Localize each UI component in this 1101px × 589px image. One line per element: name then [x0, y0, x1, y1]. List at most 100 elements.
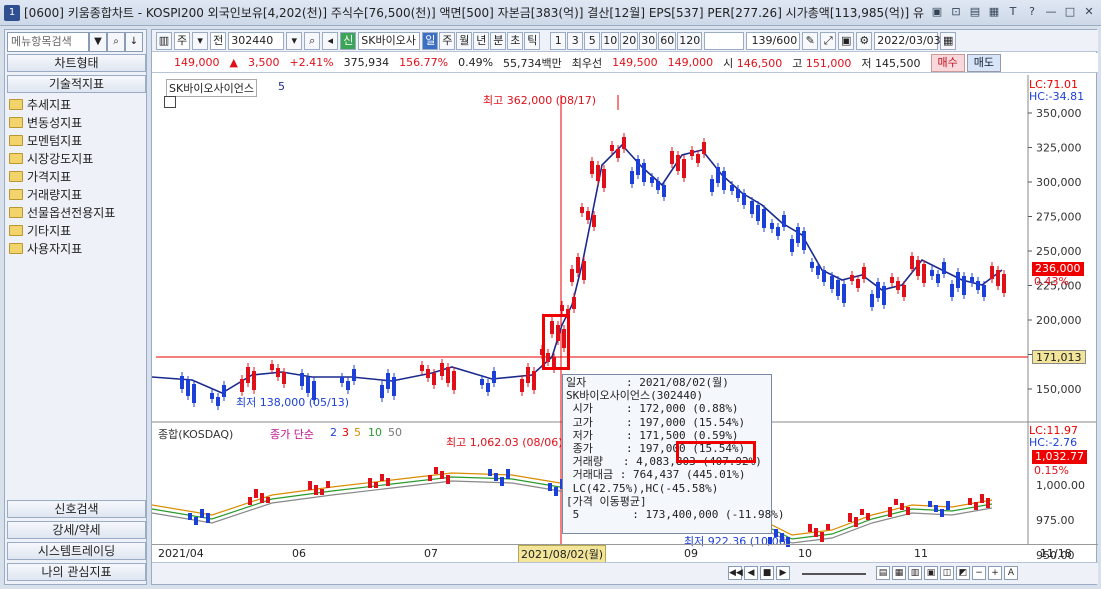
- candle-body: [956, 272, 960, 288]
- save-icon[interactable]: ▣: [838, 31, 855, 50]
- view-icon[interactable]: ▥: [908, 566, 922, 580]
- date-input[interactable]: 2022/03/03: [874, 31, 941, 50]
- cursor-icon[interactable]: ✎: [802, 31, 819, 50]
- window-control-icon[interactable]: ✕: [1081, 4, 1097, 20]
- x-label: 2021/04: [158, 547, 204, 560]
- tree-item[interactable]: 선물옵션전용지표: [9, 203, 115, 221]
- candle-body: [352, 369, 356, 381]
- window-control-icon[interactable]: □: [1062, 4, 1078, 20]
- candle-body: [822, 270, 826, 282]
- section-signal-search[interactable]: 신호검색: [7, 500, 146, 518]
- period-button[interactable]: 틱: [524, 31, 541, 50]
- period-button[interactable]: 초: [507, 31, 524, 50]
- period-button[interactable]: 5: [584, 31, 601, 50]
- dropdown-icon[interactable]: ▼: [89, 32, 107, 52]
- search-icon[interactable]: ⌕: [107, 32, 125, 52]
- candle-body: [380, 385, 384, 398]
- chart-scrollbar[interactable]: ◀◀ ◀ ■ ▶ ▤ ▦ ▥ ▣ ◫ ◩ − + A: [152, 562, 1098, 584]
- sell-button[interactable]: 매도: [966, 53, 1002, 72]
- tree-item[interactable]: 거래량지표: [9, 185, 115, 203]
- high-annotation: 최고 362,000 (08/17): [483, 94, 597, 107]
- window-control-icon[interactable]: ▣: [929, 4, 945, 20]
- period-button[interactable]: 주: [439, 31, 456, 50]
- zoom-out-icon[interactable]: −: [972, 566, 986, 580]
- period-button[interactable]: 10: [601, 31, 620, 50]
- sub-candle: [254, 489, 258, 498]
- sub-legend[interactable]: 종합(KOSDAQ): [158, 426, 233, 442]
- speaker-icon[interactable]: ◂: [322, 31, 339, 50]
- price-legend[interactable]: SK바이오사이언스: [166, 79, 258, 97]
- grid-toggle-icon[interactable]: [164, 96, 176, 108]
- zoom-in-icon[interactable]: +: [988, 566, 1002, 580]
- gear-icon[interactable]: ⚙: [856, 31, 873, 50]
- sub-legend-close[interactable]: 종가 단순: [270, 426, 314, 442]
- section-system-trading[interactable]: 시스템트레이딩: [7, 542, 146, 560]
- window-control-icon[interactable]: —: [1043, 4, 1059, 20]
- count-display[interactable]: 139/600: [746, 31, 801, 50]
- period-button[interactable]: 30: [639, 31, 658, 50]
- candle-body: [246, 367, 250, 383]
- view-icon[interactable]: ◩: [956, 566, 970, 580]
- buy-button[interactable]: 매수: [930, 53, 965, 72]
- period-button[interactable]: 년: [473, 31, 490, 50]
- period-button[interactable]: 일: [422, 31, 439, 50]
- mode-select[interactable]: 전: [210, 31, 227, 50]
- fit-icon[interactable]: A: [1004, 566, 1018, 580]
- tree-item[interactable]: 변동성지표: [9, 113, 115, 131]
- tree-item[interactable]: 추세지표: [9, 95, 115, 113]
- search-icon[interactable]: ⌕: [304, 31, 321, 50]
- calendar-icon[interactable]: ▦: [940, 31, 957, 50]
- tree-item[interactable]: 모멘텀지표: [9, 131, 115, 149]
- candle-body: [902, 285, 906, 297]
- sub-candle: [888, 507, 892, 517]
- zoom-slider[interactable]: [802, 573, 866, 575]
- best-bid-label: 최우선: [571, 56, 603, 70]
- window-title: [0600] 키움종합차트 - KOSPI200 외국인보유[4,202(천)]…: [24, 6, 925, 20]
- tool-icon[interactable]: ⤢: [820, 31, 837, 50]
- period-button[interactable]: 1: [550, 31, 567, 50]
- view-icon[interactable]: ▦: [892, 566, 906, 580]
- window-control-icon[interactable]: T: [1005, 4, 1021, 20]
- stock-code-input[interactable]: 302440: [228, 31, 285, 50]
- play-icon[interactable]: ▶: [776, 566, 790, 580]
- y-tick-label: 250,000: [1036, 245, 1082, 258]
- view-icon[interactable]: ▤: [876, 566, 890, 580]
- section-chart-type[interactable]: 차트형태: [7, 54, 146, 72]
- period-button[interactable]: 60: [658, 31, 677, 50]
- down-arrow-icon[interactable]: ↓: [125, 32, 143, 52]
- folder-icon: [9, 98, 23, 110]
- play-back-icon[interactable]: ◀: [744, 566, 758, 580]
- period-button[interactable]: 분: [490, 31, 507, 50]
- code-dropdown-icon[interactable]: ▾: [286, 31, 303, 50]
- stop-icon[interactable]: ■: [760, 566, 774, 580]
- sub-candle: [488, 469, 492, 476]
- tree-item[interactable]: 사용자지표: [9, 239, 115, 257]
- section-strength[interactable]: 강세/약세: [7, 521, 146, 539]
- view-icon[interactable]: ▣: [924, 566, 938, 580]
- credit-badge[interactable]: 신: [340, 31, 357, 50]
- rewind-icon[interactable]: ◀◀: [728, 566, 743, 580]
- period-button[interactable]: 20: [620, 31, 639, 50]
- type-dropdown-icon[interactable]: ▾: [192, 31, 209, 50]
- candle-body: [210, 393, 214, 399]
- playback-controls: ◀◀ ◀ ■ ▶: [728, 566, 790, 580]
- period-button[interactable]: 3: [567, 31, 584, 50]
- view-icon[interactable]: ◫: [940, 566, 954, 580]
- tree-item[interactable]: 기타지표: [9, 221, 115, 239]
- window-control-icon[interactable]: ⊡: [948, 4, 964, 20]
- window-control-icon[interactable]: ▦: [986, 4, 1002, 20]
- section-technical[interactable]: 기술적지표: [7, 75, 146, 93]
- tree-item[interactable]: 시장강도지표: [9, 149, 115, 167]
- window-control-icon[interactable]: ▤: [967, 4, 983, 20]
- custom-period-input[interactable]: [704, 31, 745, 50]
- tree-item-label: 선물옵션전용지표: [27, 205, 116, 220]
- period-button[interactable]: 120: [677, 31, 703, 50]
- chart-icon[interactable]: ▥: [156, 31, 172, 50]
- candle-body: [270, 364, 274, 370]
- window-control-icon[interactable]: ?: [1024, 4, 1040, 20]
- period-button[interactable]: 월: [456, 31, 473, 50]
- tree-item[interactable]: 가격지표: [9, 167, 115, 185]
- type-select[interactable]: 주: [174, 31, 191, 50]
- section-my-indicators[interactable]: 나의 관심지표: [7, 563, 146, 581]
- menu-search-input[interactable]: 메뉴항목검색: [7, 32, 89, 52]
